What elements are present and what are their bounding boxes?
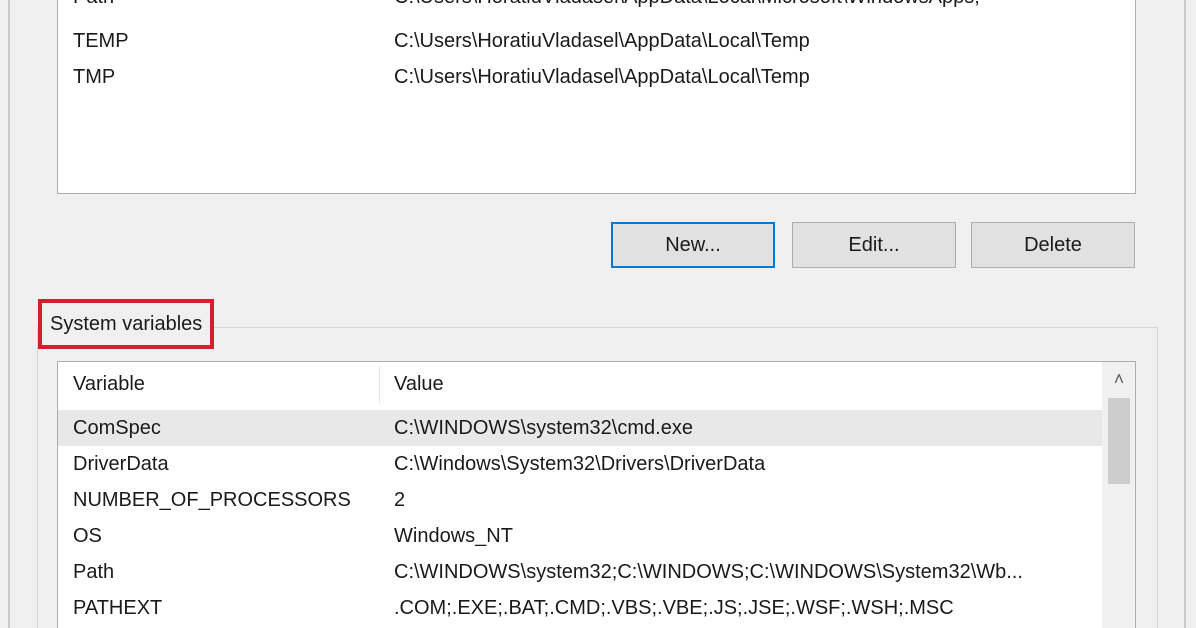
variable-name: DriverData [73,453,169,475]
list-item[interactable]: TEMP C:\Users\HoratiuVladasel\AppData\Lo… [58,23,1135,59]
system-variables-label: System variables [38,299,215,349]
column-header-variable[interactable]: Variable [73,362,145,406]
table-row[interactable]: Path C:\WINDOWS\system32;C:\WINDOWS;C:\W… [58,554,1102,590]
list-item[interactable]: TMP C:\Users\HoratiuVladasel\AppData\Loc… [58,59,1135,95]
scroll-thumb[interactable] [1108,398,1130,484]
new-button[interactable]: New... [611,222,775,268]
dialog-right-border [1184,0,1186,628]
variable-name: Path [73,561,115,583]
table-row[interactable]: ComSpec C:\WINDOWS\system32\cmd.exe [58,410,1102,446]
variable-name: PATHEXT [73,597,163,619]
variable-value: Windows_NT [394,525,513,547]
dialog-left-border [8,0,10,628]
variable-name: OS [73,525,102,547]
variable-value: C:\WINDOWS\system32\cmd.exe [394,417,693,439]
variable-value: C:\Windows\System32\Drivers\DriverData [394,453,766,475]
table-row[interactable]: DriverData C:\Windows\System32\Drivers\D… [58,446,1102,482]
column-header-value[interactable]: Value [394,362,444,406]
table-row[interactable]: PATHEXT .COM;.EXE;.BAT;.CMD;.VBS;.VBE;.J… [58,590,1102,626]
vertical-scrollbar[interactable]: ˄ [1102,362,1135,628]
column-separator[interactable] [379,366,380,404]
variable-value: C:\WINDOWS\system32;C:\WINDOWS;C:\WINDOW… [394,561,1023,583]
chevron-up-icon[interactable]: ˄ [1102,362,1135,396]
user-variables-list[interactable]: Path C:\Users\HoratiuVladasel\AppData\Lo… [57,0,1136,194]
variable-value: 2 [394,489,406,511]
list-header: Variable Value [58,362,1102,406]
variable-name: Path [73,0,114,15]
variable-value: C:\Users\HoratiuVladasel\AppData\Local\T… [394,66,810,88]
variable-name: TEMP [73,30,129,52]
list-item[interactable]: Path C:\Users\HoratiuVladasel\AppData\Lo… [58,0,1135,15]
edit-button[interactable]: Edit... [792,222,956,268]
table-row[interactable]: NUMBER_OF_PROCESSORS 2 [58,482,1102,518]
variable-name: TMP [73,66,116,88]
variable-name: NUMBER_OF_PROCESSORS [73,489,351,511]
variable-name: ComSpec [73,417,161,439]
delete-button[interactable]: Delete [971,222,1135,268]
table-row[interactable]: OS Windows_NT [58,518,1102,554]
variable-value: C:\Users\HoratiuVladasel\AppData\Local\M… [394,0,980,15]
variable-value: C:\Users\HoratiuVladasel\AppData\Local\T… [394,30,810,52]
variable-value: .COM;.EXE;.BAT;.CMD;.VBS;.VBE;.JS;.JSE;.… [394,597,954,619]
environment-variables-dialog: Path C:\Users\HoratiuVladasel\AppData\Lo… [0,0,1196,628]
system-variables-list[interactable]: Variable Value ComSpec C:\WINDOWS\system… [57,361,1136,628]
